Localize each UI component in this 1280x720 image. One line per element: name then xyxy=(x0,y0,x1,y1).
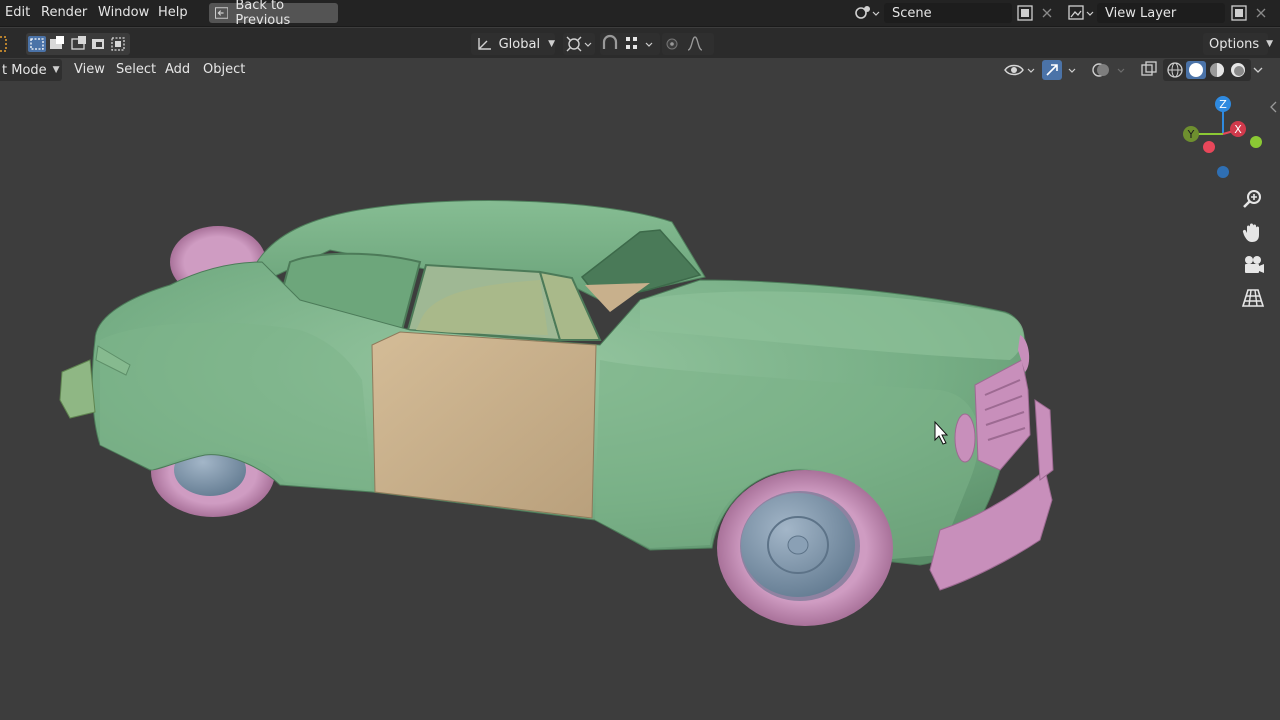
transform-orientation-dropdown[interactable]: Global ▼ xyxy=(471,33,555,55)
menu-edit[interactable]: Edit xyxy=(5,5,30,20)
interaction-mode-dropdown[interactable]: t Mode ▼ xyxy=(0,59,62,81)
menu-view[interactable]: View xyxy=(74,62,105,77)
proportional-edit-icons xyxy=(666,36,703,51)
menu-add[interactable]: Add xyxy=(165,62,190,77)
chevron-down-icon[interactable] xyxy=(1252,64,1264,76)
rendered-shading-icon[interactable] xyxy=(1228,61,1248,79)
overlays-icon[interactable] xyxy=(1091,60,1131,80)
solid-shading-icon xyxy=(1189,63,1203,77)
tool-settings-bar: Global ▼ Options ▼ xyxy=(0,28,1280,58)
close-icon[interactable] xyxy=(1041,7,1053,19)
proportional-editing-group[interactable] xyxy=(662,33,714,55)
solid-shading-button[interactable] xyxy=(1186,61,1206,79)
menu-render[interactable]: Render xyxy=(41,5,87,20)
bumper-guard xyxy=(1034,399,1054,481)
chevron-down-icon: ▼ xyxy=(1266,39,1274,49)
zoom-icon[interactable] xyxy=(1240,186,1266,212)
scene-icon[interactable] xyxy=(854,4,880,22)
back-to-previous-button[interactable]: Back to Previous xyxy=(209,0,338,28)
material-shading-icon[interactable] xyxy=(1207,61,1227,79)
car-model[interactable] xyxy=(59,200,1054,626)
visibility-icon[interactable] xyxy=(1003,60,1037,80)
options-dropdown[interactable]: Options ▼ xyxy=(1203,33,1273,55)
pivot-point-dropdown[interactable] xyxy=(563,33,595,55)
gizmo-x-label: X xyxy=(1234,123,1242,136)
view-layer-icon[interactable] xyxy=(1068,4,1094,22)
close-icon[interactable] xyxy=(1255,7,1267,19)
copy-icon[interactable] xyxy=(1231,5,1247,21)
door-panel xyxy=(371,331,597,519)
hand-icon[interactable] xyxy=(1240,219,1266,245)
snapping-group[interactable] xyxy=(600,33,660,55)
menu-window[interactable]: Window xyxy=(98,5,149,20)
pivot-icon xyxy=(566,36,592,52)
select-box-icon[interactable] xyxy=(0,33,10,55)
orientation-icon xyxy=(478,38,491,50)
gizmo-z-label: Z xyxy=(1219,98,1227,111)
view-layer-field[interactable]: View Layer xyxy=(1097,3,1225,23)
front-near-wheel[interactable] xyxy=(717,470,893,626)
back-to-previous-label: Back to Previous xyxy=(235,0,291,28)
wireframe-shading-icon[interactable] xyxy=(1165,61,1185,79)
snap-icons xyxy=(602,34,653,49)
navigation-gizmo[interactable]: Z Y X xyxy=(1175,92,1275,184)
viewport-header: t Mode ▼ View Select Add Object xyxy=(0,58,1280,82)
menu-help[interactable]: Help xyxy=(158,5,188,20)
selection-mode-group xyxy=(26,33,130,55)
grid-icon[interactable] xyxy=(1240,285,1266,311)
scene-name: Scene xyxy=(892,5,932,21)
options-label: Options xyxy=(1209,36,1260,52)
menu-select[interactable]: Select xyxy=(116,62,156,77)
back-icon xyxy=(215,7,229,19)
3d-viewport[interactable] xyxy=(0,82,1280,720)
menu-object[interactable]: Object xyxy=(203,62,245,77)
chevron-down-icon: ▼ xyxy=(548,39,555,49)
mode-label: t Mode xyxy=(2,62,47,78)
selection-mode-icons[interactable] xyxy=(26,33,130,55)
gizmo-y-label: Y xyxy=(1187,128,1195,141)
rear-bumper xyxy=(59,359,96,419)
camera-icon[interactable] xyxy=(1240,252,1266,278)
transform-orientation-label: Global xyxy=(498,36,541,52)
xray-icon[interactable] xyxy=(1139,60,1159,80)
chevron-down-icon: ▼ xyxy=(52,65,60,75)
scene-field[interactable]: Scene xyxy=(884,3,1012,23)
top-bar: Edit Render Window Help Back to Previous… xyxy=(0,0,1280,28)
gizmo-toggle-icon[interactable] xyxy=(1042,60,1082,80)
copy-icon[interactable] xyxy=(1017,5,1033,21)
view-layer-name: View Layer xyxy=(1105,5,1177,21)
